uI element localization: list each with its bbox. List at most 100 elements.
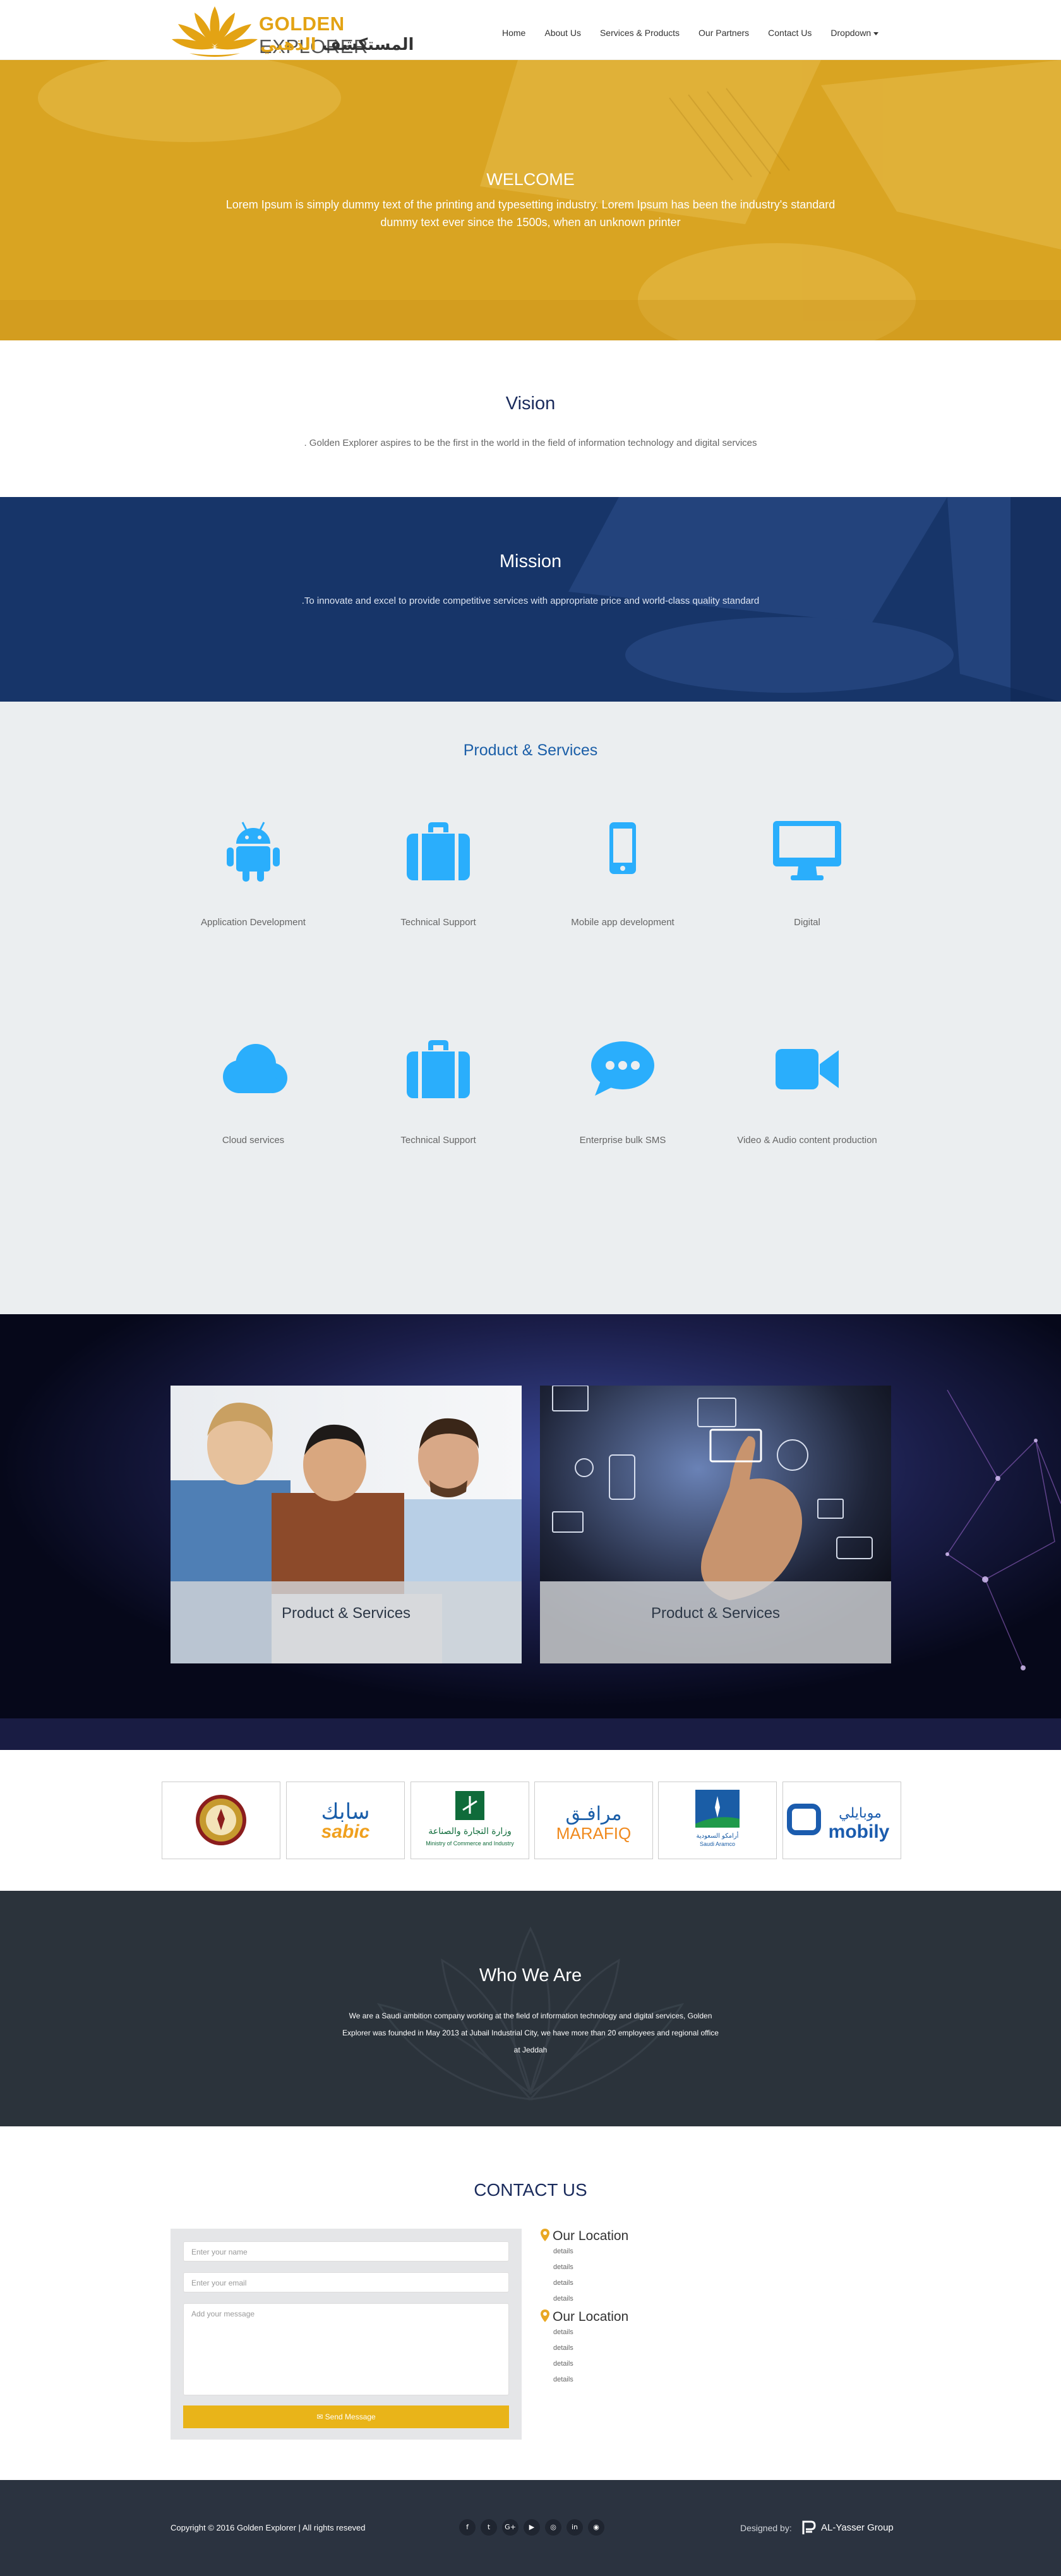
designed-by-label: Designed by: (740, 2523, 792, 2533)
caret-down-icon (873, 32, 879, 35)
location-detail: details (553, 2376, 573, 2383)
envelope-icon: ✉ (316, 2412, 323, 2421)
partner-saudi-aramco-logo[interactable]: أرامكو السعودية Saudi Aramco (658, 1782, 777, 1859)
card-caption-text: Product & Services (281, 1605, 411, 1622)
aramco-logo-arabic: أرامكو السعودية (697, 1831, 739, 1840)
partner-marafiq-logo[interactable]: مرافـق MARAFIQ (534, 1782, 653, 1859)
nav-contact-us[interactable]: Contact Us (768, 28, 812, 38)
message-textarea[interactable]: Add your message (183, 2303, 509, 2395)
contact-form: Enter your name Enter your email Add you… (171, 2229, 522, 2440)
nav-menu: Home About Us Services & Products Our Pa… (502, 28, 897, 38)
product-cloud-services[interactable]: Cloud services (165, 1038, 342, 1146)
partner-ministry-commerce-logo[interactable]: وزارة التجارة والصناعة Ministry of Comme… (411, 1782, 529, 1859)
logo-arabic-gold: الذهبي (260, 35, 316, 54)
location-title-row: Our Location (541, 2229, 793, 2244)
youtube-icon[interactable]: ▶ (524, 2519, 540, 2536)
product-label: Enterprise bulk SMS (579, 1135, 666, 1146)
mission-section: Mission .To innovate and excel to provid… (0, 497, 1061, 702)
partners-section: سابك sabic وزارة التجارة والصناعة Minist… (0, 1750, 1061, 1891)
product-label: Video & Audio content production (737, 1135, 877, 1146)
product-label: Technical Support (400, 1135, 476, 1146)
location-detail: details (553, 2344, 573, 2352)
showcase-section: Product & Services Product & Services (0, 1314, 1061, 1750)
product-enterprise-bulk-sms[interactable]: Enterprise bulk SMS (534, 1038, 711, 1146)
marafiq-logo-english: MARAFIQ (556, 1824, 631, 1843)
mobily-logo-english: mobily (829, 1821, 890, 1842)
contact-title: CONTACT US (474, 2180, 587, 2200)
nav-dropdown-label: Dropdown (830, 28, 872, 38)
nav-home[interactable]: Home (502, 28, 525, 38)
logo-arabic-dark: المستكشف (321, 35, 414, 54)
marafiq-logo-arabic: مرافـق (565, 1803, 621, 1825)
rss-icon[interactable]: ◉ (588, 2519, 604, 2536)
twitter-icon[interactable]: t (481, 2519, 497, 2536)
product-digital[interactable]: Digital (719, 820, 896, 928)
navbar: GOLDEN EXPLORER المستكشف الذهبي Home Abo… (0, 0, 1061, 60)
partner-mobily-logo[interactable]: موبايلي mobily (782, 1782, 901, 1859)
hero-text: Lorem Ipsum is simply dummy text of the … (225, 198, 836, 229)
contact-section: CONTACT US Enter your name Enter your em… (0, 2126, 1061, 2480)
site-logo[interactable]: GOLDEN EXPLORER المستكشف الذهبي (171, 1, 436, 58)
send-message-label: Send Message (325, 2412, 376, 2421)
product-label: Digital (794, 917, 820, 928)
product-mobile-app-development[interactable]: Mobile app development (534, 820, 711, 928)
briefcase-icon (407, 1040, 470, 1098)
mobile-icon (609, 822, 636, 874)
video-camera-icon (776, 1049, 839, 1089)
product-technical-support[interactable]: Technical Support (350, 820, 527, 928)
network-background-image (0, 1314, 1061, 1750)
partner-emblem-logo[interactable] (162, 1782, 280, 1859)
ministry-logo-arabic: وزارة التجارة والصناعة (428, 1826, 512, 1836)
location-detail: details (553, 2295, 573, 2303)
vision-title: Vision (505, 393, 556, 414)
location-title: Our Location (553, 2309, 629, 2324)
location-detail: details (553, 2360, 573, 2368)
nav-dropdown[interactable]: Dropdown (830, 28, 879, 38)
showcase-card-tech[interactable]: Product & Services (540, 1386, 891, 1663)
nav-services-products[interactable]: Services & Products (600, 28, 680, 38)
who-we-are-text: We are a Saudi ambition company working … (342, 2011, 719, 2054)
nav-our-partners[interactable]: Our Partners (698, 28, 749, 38)
map-pin-icon (541, 2229, 549, 2241)
linkedin-icon[interactable]: in (566, 2519, 583, 2536)
logo-arabic-wordmark: المستكشف الذهبي (260, 35, 414, 54)
google-plus-icon[interactable]: G+ (502, 2519, 519, 2536)
mobily-logo-arabic: موبايلي (839, 1806, 882, 1821)
ministry-logo-english: Ministry of Commerce and Industry (426, 1840, 514, 1847)
location-detail: details (553, 2248, 573, 2255)
products-section: Product & Services Application Developme… (0, 702, 1061, 1314)
location-detail: details (553, 2328, 573, 2336)
footer: Copyright © 2016 Golden Explorer | All r… (0, 2480, 1061, 2576)
partner-sabic-logo[interactable]: سابك sabic (286, 1782, 405, 1859)
mission-title: Mission (499, 551, 562, 572)
briefcase-icon (407, 822, 470, 880)
product-technical-support-2[interactable]: Technical Support (350, 1038, 527, 1146)
map-pin-icon (541, 2309, 549, 2322)
sabic-logo-arabic: سابك (321, 1799, 370, 1824)
android-icon (227, 822, 280, 882)
card-caption: Product & Services (171, 1581, 522, 1663)
product-label: Application Development (201, 917, 306, 928)
location-block-2: Our Location details details details det… (541, 2309, 793, 2388)
send-message-button[interactable]: ✉ Send Message (183, 2405, 509, 2428)
product-application-development[interactable]: Application Development (165, 820, 342, 928)
lotus-logo-icon (172, 6, 258, 57)
mission-text: .To innovate and excel to provide compet… (301, 596, 760, 606)
marafiq-logo-icon: مرافـق MARAFIQ (556, 1803, 631, 1843)
location-detail: details (553, 2263, 573, 2271)
designer-link[interactable]: AL-Yasser Group (801, 2519, 894, 2536)
name-input[interactable]: Enter your name (183, 2241, 509, 2261)
showcase-card-team[interactable]: Product & Services (171, 1386, 522, 1663)
instagram-icon[interactable]: ◎ (545, 2519, 561, 2536)
vision-text: . Golden Explorer aspires to be the firs… (304, 438, 757, 448)
nav-about-us[interactable]: About Us (544, 28, 581, 38)
product-video-audio[interactable]: Video & Audio content production (719, 1038, 896, 1146)
facebook-icon[interactable]: f (459, 2519, 476, 2536)
location-block-1: Our Location details details details det… (541, 2229, 793, 2307)
who-we-are-section: Who We Are We are a Saudi ambition compa… (0, 1891, 1061, 2126)
hero-title: WELCOME (486, 170, 575, 189)
product-label: Technical Support (400, 917, 476, 928)
product-label: Cloud services (222, 1135, 285, 1146)
saudi-aramco-logo-icon: أرامكو السعودية Saudi Aramco (695, 1790, 740, 1847)
email-input[interactable]: Enter your email (183, 2272, 509, 2292)
